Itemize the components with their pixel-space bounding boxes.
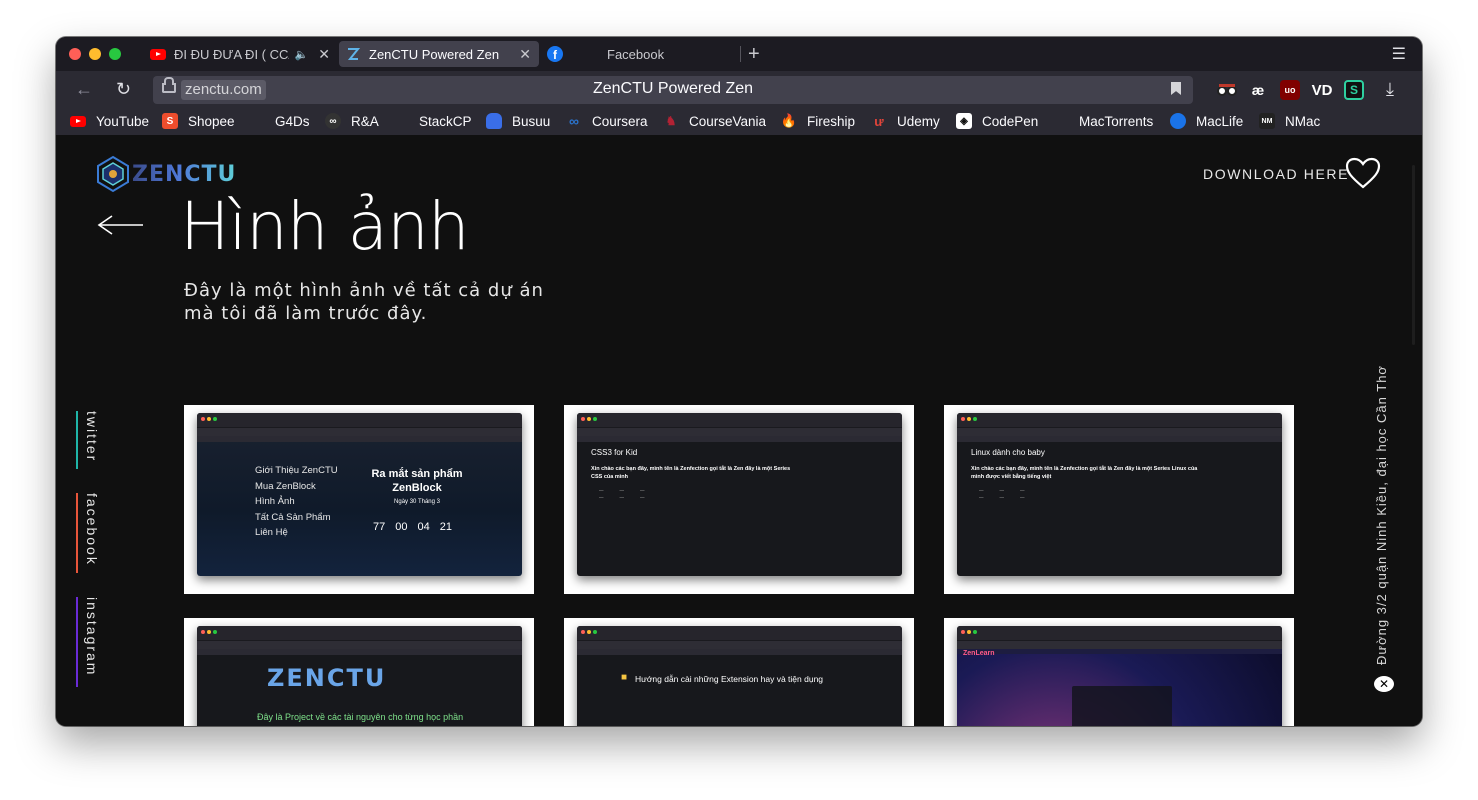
download-link[interactable]: DOWNLOAD HERE — [1203, 166, 1349, 182]
social-label: instagram — [84, 597, 100, 677]
address-bar[interactable]: zenctu.com ZenCTU Powered Zen — [153, 76, 1193, 104]
g4ds-icon — [249, 113, 265, 129]
bookmark-stackcp[interactable]: StackCP — [393, 113, 472, 129]
project-screenshot: ZenLearn — [957, 626, 1282, 726]
fireship-icon: 🔥 — [780, 113, 798, 128]
social-bar — [76, 411, 78, 469]
mactorrents-icon — [1053, 113, 1069, 129]
bookmark-ra[interactable]: ∞ R&A — [325, 113, 379, 129]
ublock-icon[interactable]: uo — [1280, 80, 1300, 100]
gallery-card[interactable]: Giới Thiệu ZenCTU Mua ZenBlock Hình Ảnh … — [184, 405, 534, 594]
page-title: Hình ảnh — [180, 188, 470, 265]
heart-icon[interactable] — [1345, 157, 1381, 194]
ae-icon[interactable]: æ — [1248, 80, 1268, 100]
vd-icon[interactable]: VD — [1312, 80, 1332, 100]
project-screenshot: CSS3 for Kid Xin chào các bạn đây, mình … — [577, 413, 902, 576]
navigation-bar: ← ↻ zenctu.com ZenCTU Powered Zen æ uo V… — [56, 71, 1422, 109]
social-bar — [76, 597, 78, 687]
bookmark-fireship[interactable]: 🔥 Fireship — [781, 113, 855, 129]
ra-icon: ∞ — [325, 113, 341, 129]
page-subtitle: Đây là một hình ảnh về tất cả dự án mà t… — [184, 280, 544, 324]
tab-title: ZenCTU Powered Zen — [369, 46, 500, 62]
bookmark-nmac[interactable]: NM NMac — [1259, 113, 1320, 129]
youtube-icon — [150, 46, 166, 62]
tab-facebook[interactable]: f Facebook — [541, 41, 741, 67]
close-icon[interactable]: ✕ — [1374, 676, 1394, 692]
logo-text: ZENCTU — [132, 161, 237, 187]
facebook-icon: f — [547, 46, 563, 62]
bookmark-shopee[interactable]: S Shopee — [162, 113, 235, 129]
gallery-card[interactable]: ZenLearn — [944, 618, 1294, 726]
page-title-display: ZenCTU Powered Zen — [592, 80, 754, 97]
tab-title: Facebook — [607, 46, 665, 62]
gallery-card[interactable]: CSS3 for Kid Xin chào các bạn đây, mình … — [564, 405, 914, 594]
stackcp-icon — [393, 113, 409, 129]
tab-title: ĐI ĐU ĐƯA ĐI ( CCA — [174, 46, 289, 62]
s-icon[interactable]: S — [1344, 80, 1364, 100]
tab-separator — [740, 46, 741, 62]
zoom-window-button[interactable] — [109, 48, 121, 60]
project-screenshot: ■ Hướng dẫn cài những Extension hay và t… — [577, 626, 902, 726]
screenshot-promo: Ra mắt sản phẩm ZenBlock Ngày 30 Tháng 3 — [371, 468, 463, 505]
close-tab-icon[interactable]: ✕ — [519, 46, 531, 63]
social-bar — [76, 493, 78, 573]
speaker-icon[interactable]: 🔈 — [295, 48, 309, 61]
udemy-icon: ư — [874, 113, 884, 129]
tab-strip: ĐI ĐU ĐƯA ĐI ( CCA 🔈 ✕ ZenCTU Powered Ze… — [56, 37, 1422, 71]
tab-youtube[interactable]: ĐI ĐU ĐƯA ĐI ( CCA 🔈 ✕ — [144, 41, 338, 67]
shopee-icon: S — [162, 113, 178, 129]
spy-glasses-icon[interactable] — [1217, 80, 1237, 100]
bookmarks-bar: YouTube S Shopee G4Ds ∞ R&A StackCP Busu… — [56, 109, 1422, 136]
bookmark-mactorrents[interactable]: MacTorrents — [1053, 113, 1153, 129]
bookmark-codepen[interactable]: ◈ CodePen — [956, 113, 1038, 129]
gallery-card[interactable]: ZENCTU Đây là Project về các tài nguyên … — [184, 618, 534, 726]
close-tab-icon[interactable]: ✕ — [318, 46, 330, 63]
reload-button[interactable]: ↻ — [116, 79, 131, 100]
nmac-icon: NM — [1259, 113, 1275, 129]
address-text: Đường 3/2 quận Ninh Kiều, đại học Cần Th… — [1374, 365, 1389, 665]
zenctu-icon — [345, 46, 361, 62]
browser-window: ĐI ĐU ĐƯA ĐI ( CCA 🔈 ✕ ZenCTU Powered Ze… — [56, 37, 1422, 726]
social-twitter[interactable]: twitter — [76, 411, 116, 469]
bookmark-coursera[interactable]: ∞ Coursera — [566, 113, 648, 129]
social-label: facebook — [84, 493, 100, 566]
zenctu-logo-icon — [96, 155, 130, 193]
tab-zenctu[interactable]: ZenCTU Powered Zen ✕ — [339, 41, 539, 67]
tab-list-menu-icon[interactable]: ☰ — [1392, 44, 1406, 64]
bookmark-coursevania[interactable]: ♞ CourseVania — [663, 113, 766, 129]
codepen-icon: ◈ — [956, 113, 972, 129]
bookmark-busuu[interactable]: Busuu — [486, 113, 550, 129]
youtube-icon — [70, 113, 86, 129]
gallery-card[interactable]: Linux dành cho baby Xin chào các bạn đây… — [944, 405, 1294, 594]
project-screenshot: Giới Thiệu ZenCTU Mua ZenBlock Hình Ảnh … — [197, 413, 522, 576]
folder-icon: ■ — [621, 672, 628, 683]
bookmark-udemy[interactable]: ư Udemy — [871, 113, 939, 129]
busuu-icon — [486, 113, 502, 129]
social-instagram[interactable]: instagram — [76, 597, 116, 687]
bookmark-g4ds[interactable]: G4Ds — [249, 113, 310, 129]
download-icon[interactable]: ⤓ — [1386, 79, 1394, 100]
screenshot-countdown: 77 00 04 21 — [373, 521, 452, 533]
social-label: twitter — [84, 411, 100, 463]
new-tab-button[interactable]: + — [748, 43, 760, 66]
minimize-window-button[interactable] — [89, 48, 101, 60]
back-button[interactable]: ← — [75, 79, 93, 100]
screenshot-menu: Giới Thiệu ZenCTU Mua ZenBlock Hình Ảnh … — [255, 465, 338, 538]
coursera-icon: ∞ — [569, 113, 579, 129]
close-window-button[interactable] — [69, 48, 81, 60]
project-screenshot: Linux dành cho baby Xin chào các bạn đây… — [957, 413, 1282, 576]
gallery-card[interactable]: ■ Hướng dẫn cài những Extension hay và t… — [564, 618, 914, 726]
social-facebook[interactable]: facebook — [76, 493, 116, 573]
scrollbar[interactable] — [1412, 165, 1415, 345]
project-screenshot: ZENCTU Đây là Project về các tài nguyên … — [197, 626, 522, 726]
coursevania-icon: ♞ — [665, 114, 677, 128]
bookmark-youtube[interactable]: YouTube — [70, 113, 149, 129]
maclife-icon — [1170, 113, 1186, 129]
bookmark-maclife[interactable]: MacLife — [1170, 113, 1243, 129]
back-arrow-icon[interactable] — [96, 215, 144, 240]
page-content: ZENCTU DOWNLOAD HERE Hình ảnh Đây là một… — [56, 135, 1422, 726]
